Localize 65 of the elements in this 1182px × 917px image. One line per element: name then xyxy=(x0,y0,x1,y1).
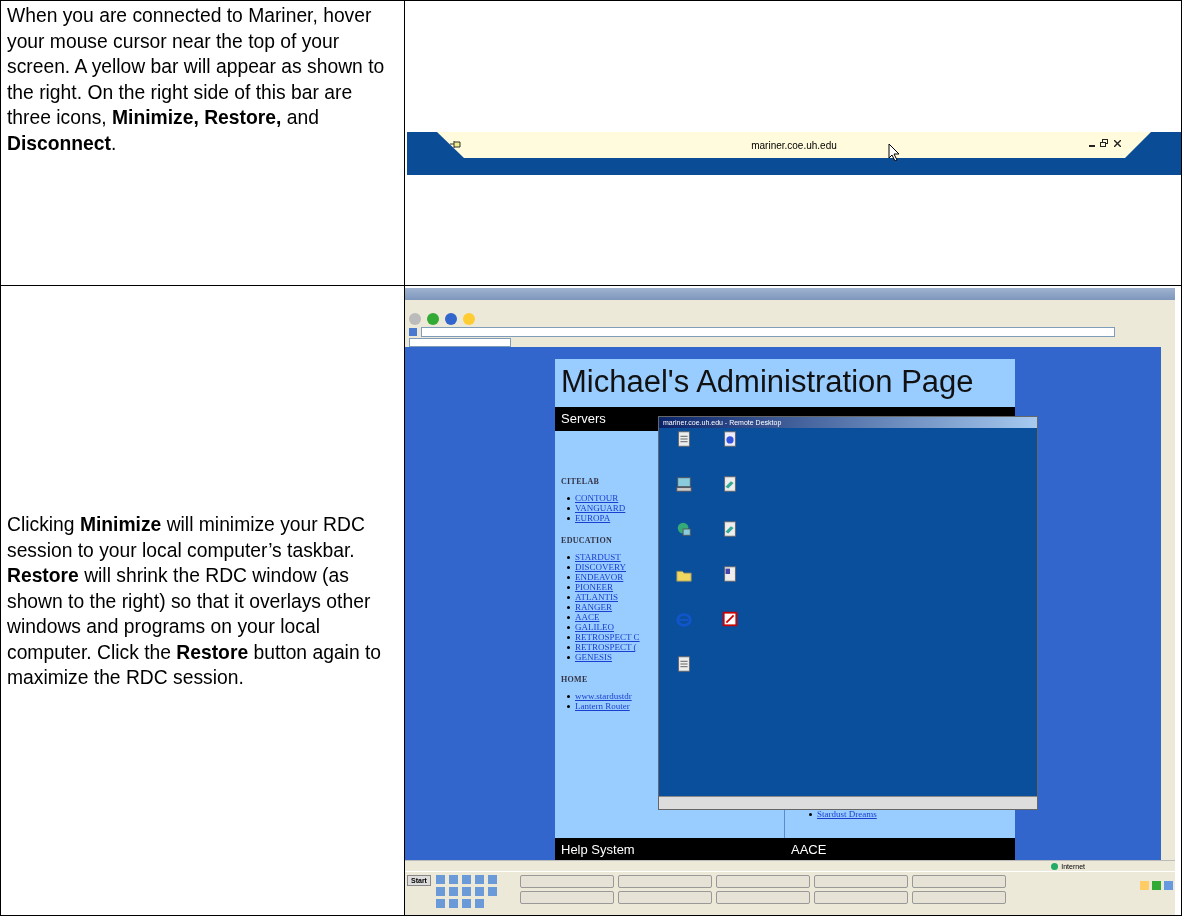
server-link[interactable]: ENDEAVOR xyxy=(575,572,624,582)
bullet-icon xyxy=(567,704,570,708)
scrollbar[interactable] xyxy=(1161,347,1175,860)
scrollbar[interactable] xyxy=(659,796,1037,809)
section-heading: CITELAB xyxy=(561,477,600,486)
server-link[interactable]: VANGUARD xyxy=(575,503,626,513)
host-name: mariner.coe.uh.edu xyxy=(751,139,837,151)
toolbar-icon[interactable] xyxy=(445,312,457,325)
page-icon xyxy=(409,328,417,336)
bullet-icon xyxy=(567,506,570,510)
bullet-icon xyxy=(567,655,570,659)
section-heading: EDUCATION xyxy=(561,536,612,545)
instruction-text: Clicking Minimize will minimize your RDC session to your local computer’s taskbar. Restore will shrink the RDC window (as shown to the right) so that it overlays other windows and programs on your local computer. Click the Restore button again to maximize the RDC session. xyxy=(0,285,405,916)
server-link[interactable]: ATLANTIS xyxy=(575,592,618,602)
taskbar-button[interactable] xyxy=(519,875,614,888)
taskbar-button[interactable] xyxy=(715,891,810,904)
server-link[interactable]: EUROPA xyxy=(575,513,611,523)
server-link[interactable]: RETROSPECT ( xyxy=(575,642,637,652)
bullet-icon xyxy=(567,585,570,589)
server-link[interactable]: DISCOVERY xyxy=(575,562,626,572)
server-link[interactable]: CONTOUR xyxy=(575,493,619,503)
bullet-icon xyxy=(567,496,570,500)
bullet-icon xyxy=(567,605,570,609)
taskbar-button[interactable] xyxy=(519,891,614,904)
bullet-icon xyxy=(567,615,570,619)
bullet-icon xyxy=(567,625,570,629)
server-link[interactable]: AACE xyxy=(575,612,600,622)
server-link[interactable]: RETROSPECT C xyxy=(575,632,640,642)
bullet-icon xyxy=(567,575,570,579)
server-link[interactable]: GENESIS xyxy=(575,652,612,662)
server-link[interactable]: STARDUST xyxy=(575,552,621,562)
taskbar-button[interactable] xyxy=(813,891,908,904)
bullet-icon xyxy=(567,565,570,569)
page-link[interactable]: Stardust Dreams xyxy=(817,809,877,819)
server-link[interactable]: RANGER xyxy=(575,602,612,612)
taskbar-button[interactable] xyxy=(911,875,1006,888)
server-link[interactable]: GALILEO xyxy=(575,622,614,632)
restore-icon[interactable] xyxy=(1100,139,1108,147)
search-field[interactable] xyxy=(409,337,511,347)
close-icon[interactable] xyxy=(1114,140,1121,147)
bullet-icon xyxy=(567,694,570,698)
page-title: Michael's Administration Page xyxy=(560,363,975,399)
server-link[interactable]: www.stardustdr xyxy=(575,691,632,701)
bullet-icon xyxy=(567,555,570,559)
section-header: AACE xyxy=(790,841,827,857)
taskbar-button[interactable] xyxy=(715,875,810,888)
taskbar-button[interactable] xyxy=(813,875,908,888)
server-link[interactable]: PIONEER xyxy=(575,582,613,592)
bullet-icon xyxy=(567,516,570,520)
bullet-icon xyxy=(567,635,570,639)
quick-launch-icons[interactable] xyxy=(435,875,497,908)
pin-icon[interactable] xyxy=(450,140,461,149)
bullet-icon xyxy=(567,595,570,599)
cursor-icon xyxy=(888,143,900,161)
address-field[interactable] xyxy=(421,327,1115,337)
bullet-icon xyxy=(809,812,812,816)
section-heading: HOME xyxy=(561,675,588,684)
taskbar-button[interactable] xyxy=(617,891,712,904)
globe-icon xyxy=(1051,862,1059,870)
taskbar-button[interactable] xyxy=(911,891,1006,904)
bullet-icon xyxy=(567,645,570,649)
server-link[interactable]: Lantern Router xyxy=(575,701,630,711)
taskbar-button[interactable] xyxy=(617,875,712,888)
instruction-text: When you are connected to Mariner, hover your mouse cursor near the top of your screen. A yellow bar will appear as shown to the right. On the right side of this bar are three icons, Minimize, Restore, and Disconnect. xyxy=(0,0,405,286)
section-header: Help System xyxy=(560,841,636,857)
